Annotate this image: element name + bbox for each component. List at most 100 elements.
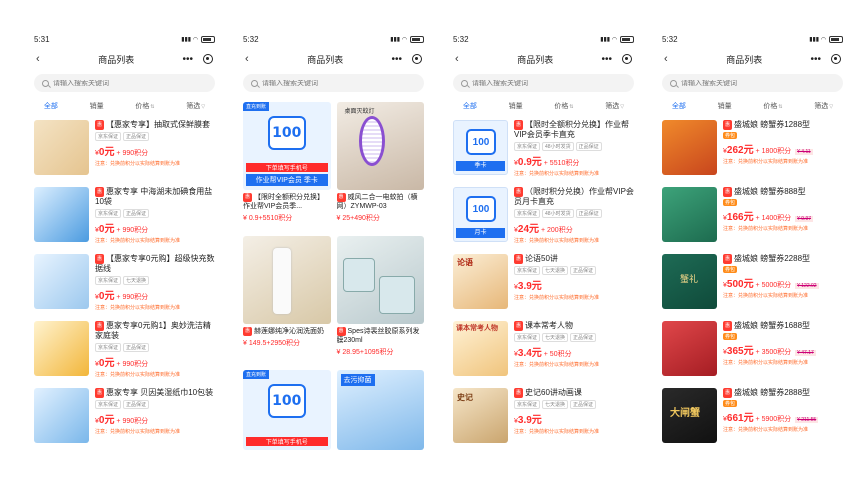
list-item[interactable]: 惠【惠家专享0元购】超级快充数据线 京东保证 七天退换 ¥0元 + 990积分 注… [34, 254, 215, 318]
points-value: + 1800积分 [755, 148, 792, 155]
grid-card[interactable]: 惠赫莲娜纯净沁润洗面奶 ¥ 149.5+2950积分 [243, 236, 331, 364]
search-input[interactable] [53, 79, 203, 87]
product-list: 惠盛城娘 螃蟹券1288型 券包 ¥262元 + 1800积分 ¥ 4.11 注… [656, 116, 849, 452]
search-bar[interactable] [453, 74, 634, 92]
filter-tabs: 全部 销量 价格⇅ 筛选▽ [656, 96, 849, 116]
more-icon[interactable]: ••• [810, 54, 821, 65]
original-price: ¥ 9.97 [795, 216, 814, 222]
filter-price[interactable]: 价格⇅ [763, 101, 782, 111]
grid-card[interactable]: 桌面灭蚊灯 惠威风二合一电蚊拍（横网）ZYMWP-03 ¥ 25+490积分 [336, 102, 424, 230]
points-value: + 3500积分 [755, 349, 792, 356]
filter-all[interactable]: 全部 [463, 101, 477, 111]
product-price: ¥0.9元 + 5510积分 [514, 157, 580, 168]
chip: 七天退换 [542, 400, 569, 409]
thumb-caption: 论语 [457, 258, 473, 267]
back-icon[interactable]: ‹ [245, 53, 259, 65]
product-name: 惠【惠家专享】抽取式保鲜膜套 [95, 120, 215, 130]
funnel-icon: ▽ [829, 104, 834, 110]
status-bar: 5:32 ▮▮▮ ◠ [447, 30, 640, 48]
grid-card[interactable]: 直充到账 100 下单填写手机号 [243, 370, 331, 456]
search-icon [461, 79, 468, 87]
product-price: ¥0元 + 990积分 [95, 224, 149, 235]
list-item[interactable]: 史记 惠史记60讲动画课 京东保证 七天退换 正品保证 ¥3.9元 注意：兑换前积分… [453, 388, 634, 452]
search-input[interactable] [262, 79, 412, 87]
list-item[interactable]: 100 月卡 惠（限时积分兑换）作业帮VIP会员月卡直充 京东保证 48小时发货正… [453, 187, 634, 251]
price-value: 166元 [726, 212, 754, 223]
product-name-text: Spes诗裴丝胶原系列发膜230ml [336, 328, 420, 344]
hot-tag: 惠 [514, 120, 524, 130]
search-bar[interactable] [662, 74, 843, 92]
racket-shape [358, 116, 385, 166]
product-name-text: 威风二合一电蚊拍（横网）ZYMWP-03 [336, 194, 418, 210]
list-item[interactable]: 惠盛城娘 螃蟹券888型 券包 ¥166元 + 1400积分 ¥ 9.97 注意… [662, 187, 843, 251]
search-bar[interactable] [34, 74, 215, 92]
chip: 京东保证 [95, 209, 122, 218]
miniapp-close-icon[interactable] [622, 54, 632, 64]
tile-100: 100 [267, 384, 306, 418]
grid-card[interactable]: 惠 Spes诗裴丝胶原系列发膜230ml ¥ 28.95+1095积分 [336, 236, 424, 364]
filter-all[interactable]: 全部 [672, 101, 686, 111]
product-image: 课本常考人物 [453, 321, 508, 376]
product-name-text: （限时积分兑换）作业帮VIP会员月卡直充 [514, 187, 634, 206]
filter-sales[interactable]: 销量 [90, 101, 104, 111]
image-caption: 桌面灭蚊灯 [344, 109, 375, 115]
original-price: ¥ 122.02 [795, 283, 819, 289]
list-item[interactable]: 惠惠家专享 中海湖未加碘食用盐10袋 京东保证 正品保证 ¥0元 + 990积分 … [34, 187, 215, 251]
back-icon[interactable]: ‹ [455, 53, 469, 65]
page-title: 商品列表 [517, 54, 554, 65]
note: 注意：兑换前积分以实际结算到账为准 [723, 293, 809, 299]
jar-shape [378, 276, 415, 314]
more-icon[interactable]: ••• [391, 54, 402, 65]
search-input[interactable] [472, 79, 622, 87]
product-image: 100 月卡 [453, 187, 508, 242]
search-bar[interactable] [243, 74, 424, 92]
filter-sales[interactable]: 销量 [509, 101, 523, 111]
miniapp-close-icon[interactable] [412, 54, 422, 64]
miniapp-close-icon[interactable] [831, 54, 841, 64]
grid-card[interactable]: 去污抑菌 [336, 370, 424, 456]
product-name: 惠惠家专享 贝因美湿纸巾10包装 [95, 388, 215, 398]
miniapp-close-icon[interactable] [203, 54, 213, 64]
grid-card[interactable]: 直充到账 100 下单填写手机号 作业帮VIP会员 季卡 惠【限时全额积分兑换】… [243, 102, 331, 230]
filter-screen[interactable]: 筛选▽ [186, 101, 205, 111]
nav-bar: ‹ 商品列表 ••• [28, 48, 221, 70]
back-icon[interactable]: ‹ [36, 53, 50, 65]
note: 注意：兑换前积分以实际结算到账为准 [95, 238, 181, 244]
list-item[interactable]: 惠惠家专享0元购1】奥妙洗洁精家庭装 京东保证 正品保证 ¥0元 + 990积分 … [34, 321, 215, 385]
chip: 正品保证 [575, 209, 602, 218]
product-grid: 直充到账 100 下单填写手机号 作业帮VIP会员 季卡 惠【限时全额积分兑换】… [237, 96, 430, 456]
search-icon [251, 79, 258, 87]
more-icon[interactable]: ••• [601, 54, 612, 65]
list-item[interactable]: 100 季卡 惠【限时全额积分兑换】作业帮VIP会员季卡直充 京东保证 48小时发… [453, 120, 634, 184]
list-item[interactable]: 惠【惠家专享】抽取式保鲜膜套 京东保证 正品保证 ¥0元 + 990积分 注意：兑… [34, 120, 215, 184]
price-value: 0.9元 [517, 157, 542, 168]
product-list: 惠【惠家专享】抽取式保鲜膜套 京东保证 正品保证 ¥0元 + 990积分 注意：兑… [28, 116, 221, 452]
image-caption: 去污抑菌 [340, 374, 375, 386]
list-item[interactable]: 论语 惠论语50讲 京东保证 七天退换 正品保证 ¥3.9元 注意：兑换前积分以实际… [453, 254, 634, 318]
filter-price[interactable]: 价格⇅ [554, 101, 573, 111]
list-item[interactable]: 大闸蟹 惠盛城娘 螃蟹券2888型 券包 ¥661元 + 5900积分 ¥ 21… [662, 388, 843, 452]
list-item[interactable]: 惠惠家专享 贝因美湿纸巾10包装 京东保证 正品保证 ¥0元 + 990积分 注意… [34, 388, 215, 452]
status-time: 5:32 [243, 34, 259, 44]
status-bar: 5:32 ▮▮▮ ◠ [237, 30, 430, 48]
filter-sales[interactable]: 销量 [718, 101, 732, 111]
list-item[interactable]: 惠盛城娘 螃蟹券1688型 券包 ¥365元 + 3500积分 ¥ 47.17 … [662, 321, 843, 385]
list-item[interactable]: 蟹礼 惠盛城娘 螃蟹券2288型 券包 ¥500元 + 5000积分 ¥ 122… [662, 254, 843, 318]
search-input[interactable] [681, 79, 831, 87]
product-price: ¥500元 + 5000积分 ¥ 122.02 [723, 279, 819, 290]
back-icon[interactable]: ‹ [664, 53, 678, 65]
battery-icon [410, 35, 424, 43]
filter-screen[interactable]: 筛选▽ [605, 101, 624, 111]
list-item[interactable]: 课本常考人物 惠课本常考人物 京东保证 七天退换 正品保证 ¥3.4元 + 50积分… [453, 321, 634, 385]
filter-price[interactable]: 价格⇅ [135, 101, 154, 111]
more-icon[interactable]: ••• [182, 54, 193, 65]
chip: 京东保证 [514, 400, 541, 409]
filter-tabs: 全部 销量 价格⇅ 筛选▽ [447, 96, 640, 116]
product-image: 史记 [453, 388, 508, 443]
filter-all[interactable]: 全部 [44, 101, 58, 111]
filter-screen[interactable]: 筛选▽ [814, 101, 833, 111]
original-price: ¥ 4.11 [795, 149, 813, 155]
chip: 京东保证 [95, 400, 122, 409]
points-value: + 1400积分 [755, 215, 792, 222]
list-item[interactable]: 惠盛城娘 螃蟹券1288型 券包 ¥262元 + 1800积分 ¥ 4.11 注… [662, 120, 843, 184]
